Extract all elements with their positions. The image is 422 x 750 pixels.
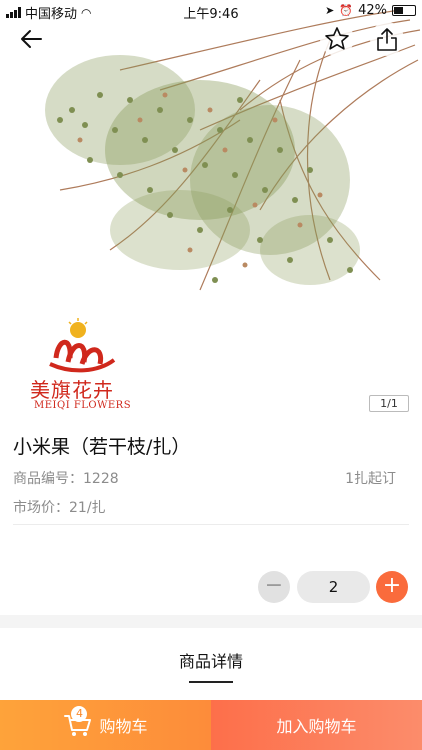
brand-logo: 美旗花卉 MEIQI FLOWERS [28,318,138,413]
quantity-input[interactable]: 2 [297,571,370,603]
bottom-bar: 4 购物车 加入购物车 [0,700,422,750]
price-row: 市场价：21/扎 [13,497,106,517]
battery-icon [392,5,416,16]
divider [13,524,409,525]
add-to-cart-button[interactable]: 加入购物车 [211,700,422,750]
star-icon [325,27,349,50]
back-button[interactable] [14,22,48,56]
favorite-button[interactable] [320,22,354,56]
brand-name-en: MEIQI FLOWERS [34,400,132,411]
back-arrow-icon [21,30,42,48]
tab-product-details[interactable]: 商品详情 [0,648,422,672]
brand-name-cn: 美旗花卉 [30,378,114,402]
details-section: 商品详情 [0,628,422,700]
cart-label: 购物车 [99,717,148,736]
status-right: ➤ ⏰ 42% [325,3,416,18]
share-icon [377,28,397,51]
product-title: 小米果（若干枝/扎） [13,436,191,458]
cart-button[interactable]: 4 购物车 [0,700,211,750]
sku-value: 1228 [83,471,119,487]
tab-underline [189,681,233,683]
alarm-icon: ⏰ [339,4,354,17]
image-pager: 1/1 [369,395,409,412]
location-icon: ➤ [325,4,335,17]
price-label: 市场价： [13,500,69,516]
battery-percent: 42% [358,3,387,18]
quantity-increase-button[interactable]: + [376,571,408,603]
min-order: 1扎起订 [345,471,396,487]
product-image-area[interactable]: 中国移动 ◠ 上午9:46 ➤ ⏰ 42% 美旗花卉 MEIQI FLOWERS… [0,0,422,422]
product-info: 小米果（若干枝/扎） 商品编号：1228 1扎起订 市场价：21/扎 − 2 + [0,422,422,615]
sku-row: 商品编号：1228 [13,468,119,488]
cart-icon-wrap: 4 [63,706,93,738]
status-bar: 中国移动 ◠ 上午9:46 ➤ ⏰ 42% [0,0,422,22]
share-button[interactable] [370,22,404,56]
brand-logo-mark [49,318,116,373]
quantity-decrease-button[interactable]: − [258,571,290,603]
price-value: 21/扎 [69,500,106,516]
sku-label: 商品编号： [13,471,83,487]
